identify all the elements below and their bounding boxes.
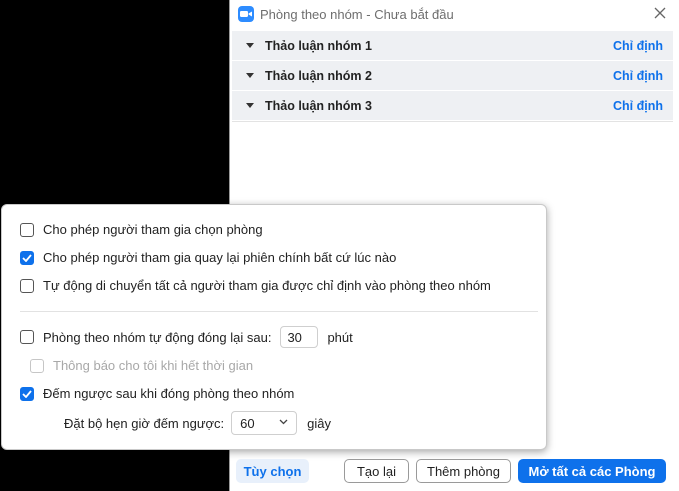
countdown-label: Đếm ngược sau khi đóng phòng theo nhóm [43, 386, 295, 401]
add-room-button[interactable]: Thêm phòng [416, 459, 511, 483]
countdown-timer-label: Đặt bộ hẹn giờ đếm ngược: [64, 415, 225, 431]
checkmark-icon [22, 389, 32, 398]
countdown-timer-row: Đặt bộ hẹn giờ đếm ngược: 60 giây [64, 411, 331, 435]
allow-choose-room-label: Cho phép người tham gia chọn phòng [43, 222, 263, 237]
auto-move-option[interactable]: Tự động di chuyển tất cả người tham gia … [20, 278, 491, 293]
room-row[interactable]: Thảo luận nhóm 3 Chỉ định [232, 91, 673, 121]
options-button[interactable]: Tùy chọn [236, 459, 309, 483]
options-panel: Cho phép người tham gia chọn phòng Cho p… [1, 204, 547, 450]
allow-choose-room-checkbox[interactable] [20, 222, 34, 237]
allow-choose-room-option[interactable]: Cho phép người tham gia chọn phòng [20, 222, 263, 237]
countdown-option[interactable]: Đếm ngược sau khi đóng phòng theo nhóm [20, 386, 294, 401]
room-name: Thảo luận nhóm 3 [265, 98, 372, 113]
room-list: Thảo luận nhóm 1 Chỉ định Thảo luận nhóm… [232, 31, 673, 121]
auto-close-minutes-input[interactable]: 30 [280, 326, 319, 348]
auto-move-checkbox[interactable] [20, 278, 34, 293]
auto-move-label: Tự động di chuyển tất cả người tham gia … [43, 278, 491, 293]
countdown-checkbox[interactable] [20, 386, 34, 401]
caret-down-icon[interactable] [246, 103, 254, 108]
room-row[interactable]: Thảo luận nhóm 1 Chỉ định [232, 31, 673, 61]
allow-return-checkbox[interactable] [20, 250, 34, 265]
window-title: Phòng theo nhóm - Chưa bắt đầu [260, 6, 454, 22]
countdown-seconds-value: 60 [240, 415, 255, 431]
checkmark-icon [22, 253, 32, 262]
assign-link[interactable]: Chỉ định [613, 69, 663, 83]
allow-return-label: Cho phép người tham gia quay lại phiên c… [43, 250, 397, 265]
open-all-rooms-button[interactable]: Mở tất cả các Phòng [518, 459, 666, 483]
chevron-down-icon [279, 419, 288, 425]
notify-label: Thông báo cho tôi khi hết thời gian [53, 358, 254, 373]
close-icon[interactable] [653, 6, 667, 20]
recreate-button[interactable]: Tạo lại [344, 459, 409, 483]
auto-close-unit: phút [327, 329, 353, 345]
room-name: Thảo luận nhóm 2 [265, 68, 372, 83]
auto-close-checkbox[interactable] [20, 330, 34, 344]
assign-link[interactable]: Chỉ định [613, 99, 663, 113]
notify-option[interactable]: Thông báo cho tôi khi hết thời gian [30, 358, 253, 373]
caret-down-icon[interactable] [246, 43, 254, 48]
auto-close-option[interactable]: Phòng theo nhóm tự động đóng lại sau: 30… [20, 326, 353, 348]
options-divider [20, 311, 538, 312]
room-name: Thảo luận nhóm 1 [265, 38, 372, 53]
allow-return-option[interactable]: Cho phép người tham gia quay lại phiên c… [20, 250, 396, 265]
notify-checkbox[interactable] [30, 358, 44, 373]
countdown-seconds-select[interactable]: 60 [231, 411, 298, 435]
room-list-divider [232, 121, 673, 122]
zoom-camera-icon [238, 6, 254, 22]
auto-close-label: Phòng theo nhóm tự động đóng lại sau: [43, 329, 272, 345]
room-row[interactable]: Thảo luận nhóm 2 Chỉ định [232, 61, 673, 91]
assign-link[interactable]: Chỉ định [613, 39, 663, 53]
title-bar: Phòng theo nhóm - Chưa bắt đầu [230, 0, 679, 28]
countdown-timer-unit: giây [307, 415, 332, 431]
caret-down-icon[interactable] [246, 73, 254, 78]
